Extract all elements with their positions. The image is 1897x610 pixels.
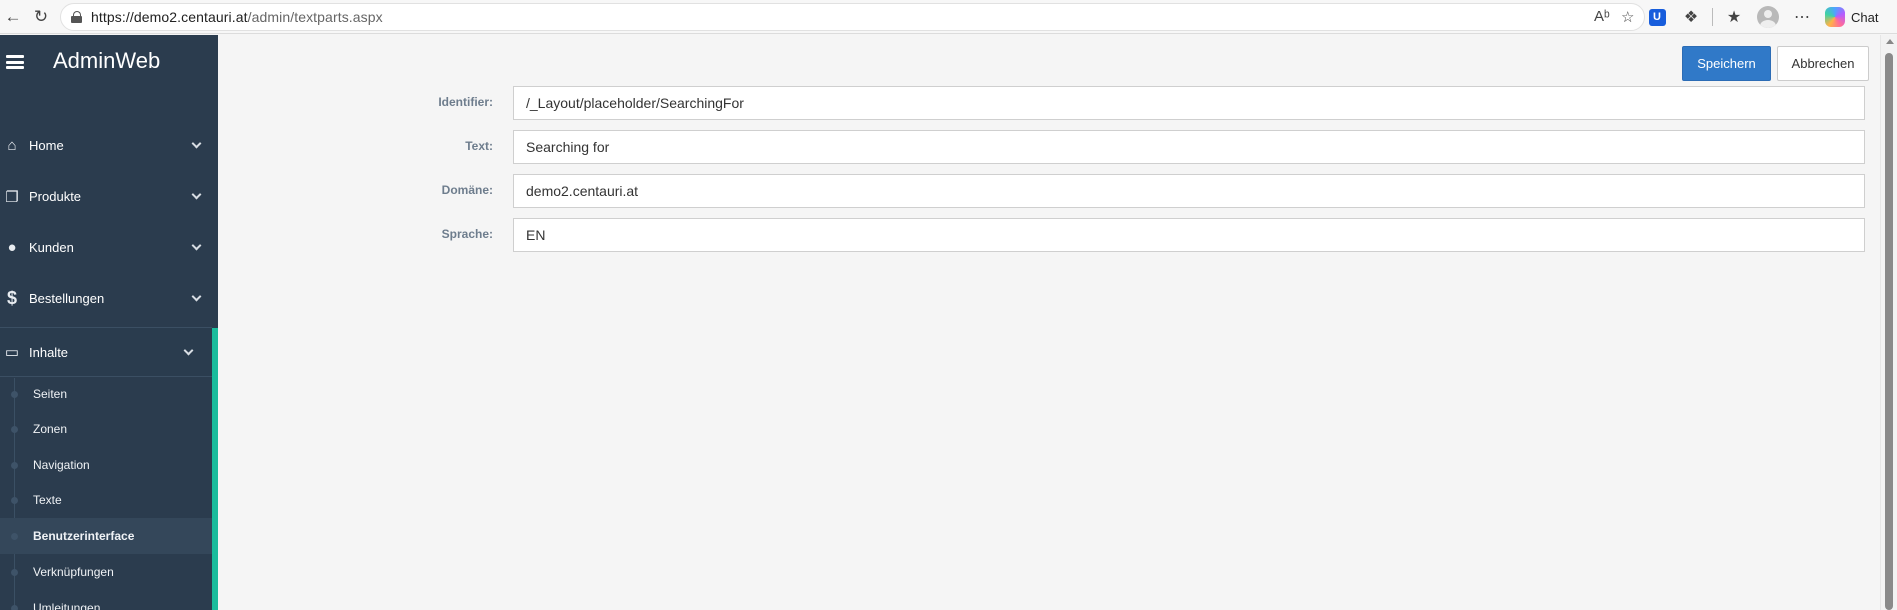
chevron-down-icon <box>183 345 194 356</box>
bullet-dot <box>11 604 18 610</box>
scrollbar-thumb[interactable] <box>1885 53 1893 610</box>
monitor-icon: ▭ <box>4 344 20 361</box>
sidebar-item-label: Produkte <box>29 189 82 204</box>
language-label: Sprache: <box>441 227 493 241</box>
sidebar-item-label: Inhalte <box>29 344 69 360</box>
sidebar-item-home[interactable]: ⌂ Home <box>0 120 218 170</box>
sidebar-item-inhalte[interactable]: ▭ Inhalte <box>0 327 212 377</box>
sidebar-item-label: Home <box>29 138 64 153</box>
dollar-icon: $ <box>6 288 17 308</box>
submenu-item-texte[interactable]: Texte <box>0 482 212 518</box>
page-scrollbar[interactable] <box>1880 35 1897 610</box>
cancel-button[interactable]: Abbrechen <box>1777 46 1869 81</box>
extensions-puzzle-icon[interactable]: ❖ <box>1674 2 1708 32</box>
home-icon: ⌂ <box>7 137 17 154</box>
bullet-dot <box>11 461 18 469</box>
profile-avatar[interactable] <box>1751 2 1785 32</box>
browser-toolbar: ← ↻ https://demo2.centauri.at/admin/text… <box>0 0 1897 34</box>
copilot-icon <box>1825 7 1845 27</box>
identifier-field[interactable]: /_Layout/placeholder/SearchingFor <box>513 86 1865 120</box>
submenu-item-umleitungen[interactable]: Umleitungen <box>0 590 212 610</box>
submenu-item-zonen[interactable]: Zonen <box>0 411 212 447</box>
favorites-icon[interactable]: ★ <box>1717 2 1751 32</box>
main-content: Speichern Abbrechen Identifier: /_Layout… <box>218 35 1880 610</box>
sidebar: AdminWeb ⌂ Home ❐ Produkte ● Kunden $ Be… <box>0 35 218 610</box>
chevron-down-icon <box>191 291 202 302</box>
submenu-item-verknuepfungen[interactable]: Verknüpfungen <box>0 554 212 590</box>
submenu-item-seiten[interactable]: Seiten <box>0 376 212 412</box>
chevron-down-icon <box>191 240 202 251</box>
bullet-dot <box>11 425 18 433</box>
cube-icon: ❐ <box>5 188 19 206</box>
scroll-up-arrow-icon[interactable] <box>1886 39 1894 44</box>
extension-toolbar: U ❖ ★ ⋯ Chat <box>1640 2 1878 32</box>
submenu-label: Verknüpfungen <box>33 565 114 579</box>
sidebar-item-bestellungen[interactable]: $ Bestellungen <box>0 273 218 323</box>
domain-label: Domäne: <box>441 183 493 197</box>
favorite-star-icon[interactable]: ☆ <box>1621 8 1634 26</box>
identifier-label: Identifier: <box>438 95 493 109</box>
address-bar[interactable]: https://demo2.centauri.at/admin/textpart… <box>60 3 1645 31</box>
bullet-dot <box>11 532 18 540</box>
reload-icon[interactable]: ↻ <box>28 4 54 30</box>
brand-header: AdminWeb <box>0 35 218 91</box>
sidebar-item-label: Kunden <box>29 240 74 255</box>
bullet-dot <box>11 496 18 504</box>
submenu-label: Seiten <box>33 387 68 401</box>
sidebar-item-label: Bestellungen <box>29 291 105 306</box>
more-options-icon[interactable]: ⋯ <box>1785 2 1819 32</box>
submenu-label: Texte <box>33 493 62 507</box>
bitwarden-icon[interactable]: U <box>1640 2 1674 32</box>
chevron-down-icon <box>191 189 202 200</box>
copilot-chat-button[interactable]: Chat <box>1825 7 1878 27</box>
hamburger-menu-icon[interactable] <box>6 55 24 69</box>
text-label: Text: <box>465 139 493 153</box>
submenu-item-navigation[interactable]: Navigation <box>0 447 212 483</box>
bullet-dot <box>11 390 18 398</box>
sidebar-item-produkte[interactable]: ❐ Produkte <box>0 171 218 221</box>
back-arrow-icon[interactable]: ← <box>0 4 26 30</box>
submenu-label: Umleitungen <box>33 601 101 610</box>
submenu-label: Navigation <box>33 458 90 472</box>
sidebar-item-kunden[interactable]: ● Kunden <box>0 222 218 272</box>
lock-icon[interactable] <box>71 11 83 23</box>
url-text: https://demo2.centauri.at/admin/textpart… <box>91 9 383 25</box>
user-icon: ● <box>7 239 17 256</box>
language-field[interactable]: EN <box>513 218 1865 252</box>
text-field[interactable]: Searching for <box>513 130 1865 164</box>
bullet-dot <box>11 568 18 576</box>
read-aloud-icon[interactable]: Aᵇ <box>1594 8 1610 25</box>
submenu-label: Benutzerinterface <box>33 529 135 543</box>
toolbar-divider <box>1712 8 1713 26</box>
domain-field[interactable]: demo2.centauri.at <box>513 174 1865 208</box>
chat-label: Chat <box>1851 9 1879 25</box>
submenu-item-benutzerinterface[interactable]: Benutzerinterface <box>0 518 212 554</box>
save-button[interactable]: Speichern <box>1682 46 1771 81</box>
chevron-down-icon <box>191 138 202 149</box>
submenu-label: Zonen <box>33 422 68 436</box>
brand-title[interactable]: AdminWeb <box>53 48 160 74</box>
